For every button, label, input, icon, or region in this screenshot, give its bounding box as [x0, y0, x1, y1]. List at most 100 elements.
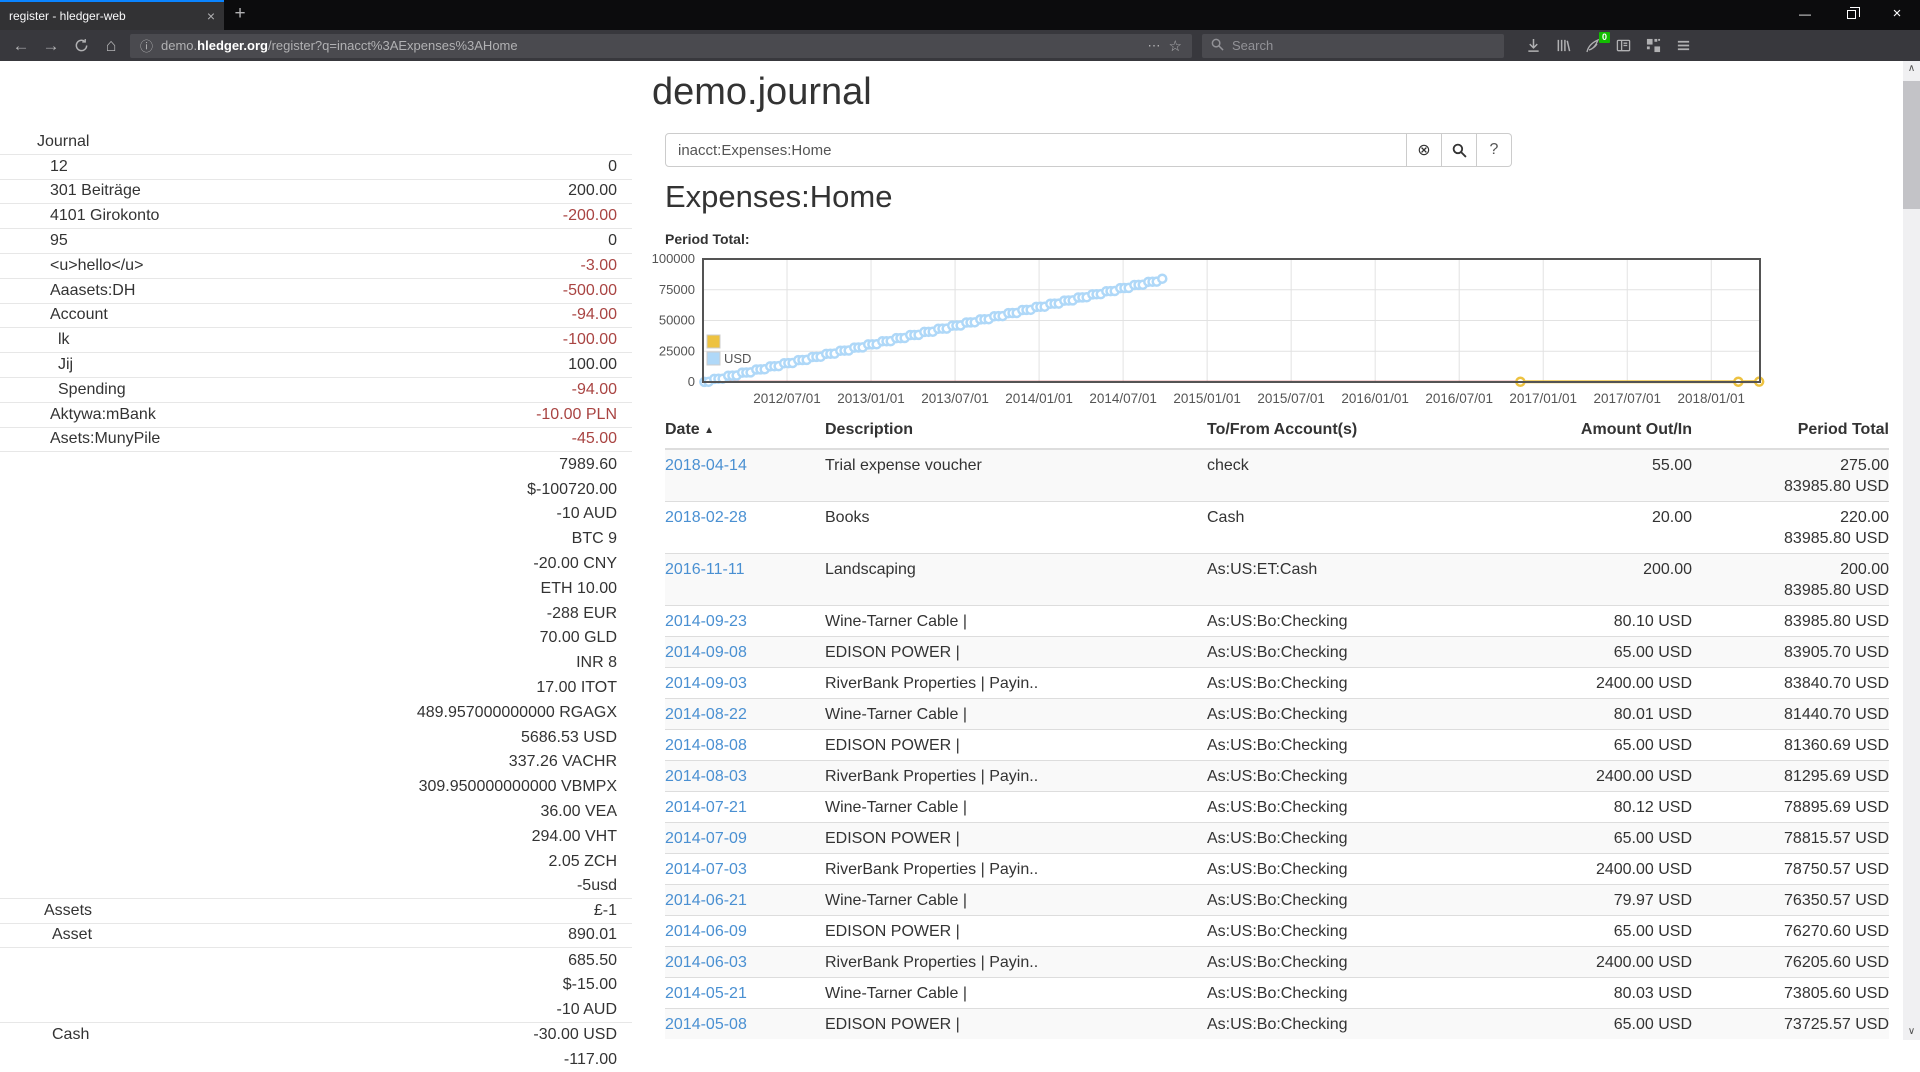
register-row: 2018-02-28BooksCash20.00220.0083985.80 U… [665, 502, 1889, 554]
account-link[interactable]: 12 [0, 158, 68, 176]
account-balance: 200.00 [568, 182, 617, 200]
account-link[interactable]: Assets [0, 902, 92, 920]
transaction-date-link[interactable]: 2014-08-22 [665, 706, 747, 723]
account-link[interactable]: lk [0, 331, 70, 349]
page-scrollbar[interactable]: ∧ ∨ [1903, 61, 1920, 1040]
browser-titlebar: register - hledger-web × + — × [0, 0, 1920, 30]
transaction-date-link[interactable]: 2014-06-03 [665, 954, 747, 971]
url-bar[interactable]: ⓘ demo.hledger.org/register?q=inacct%3AE… [130, 34, 1192, 58]
account-link[interactable]: Spending [0, 381, 126, 399]
sidebar-account-row[interactable]: <u>hello</u>-3.00 [0, 254, 632, 279]
account-link[interactable]: <u>hello</u> [0, 257, 143, 275]
sidebar-account-row[interactable]: Account-94.00 [0, 304, 632, 329]
transaction-date-link[interactable]: 2018-02-28 [665, 509, 747, 526]
help-button[interactable]: ? [1477, 133, 1512, 167]
transaction-date-link[interactable]: 2014-09-03 [665, 675, 747, 692]
transaction-date-link[interactable]: 2014-07-03 [665, 861, 747, 878]
col-account[interactable]: To/From Account(s) [1207, 417, 1537, 449]
sidebar-account-row[interactable]: Asets:MunyPile-45.00 [0, 428, 632, 453]
account-balance: -288 EUR [547, 605, 617, 623]
x-tick-label: 2015/07/01 [1257, 391, 1325, 406]
sidebar-account-row: 489.957000000000 RGAGX [0, 700, 632, 725]
transaction-date-link[interactable]: 2018-04-14 [665, 457, 747, 474]
account-link[interactable]: Asets:MunyPile [0, 430, 160, 448]
scroll-down-icon[interactable]: ∨ [1903, 1024, 1920, 1040]
bookmark-star-icon[interactable]: ☆ [1169, 37, 1182, 55]
period-total-cell: 275.0083985.80 USD [1692, 449, 1889, 502]
sidebar-account-row[interactable]: 301 Beiträge 200.00 [0, 180, 632, 205]
extension-quill-icon[interactable]: 0 [1578, 33, 1608, 59]
transaction-date-link[interactable]: 2014-06-21 [665, 892, 747, 909]
account-link[interactable]: Journal [0, 133, 89, 151]
window-restore-button[interactable] [1828, 0, 1874, 30]
browser-search-box[interactable]: Search [1202, 34, 1504, 58]
sidebar-account-row[interactable]: Assets £-1 [0, 899, 632, 924]
transaction-amount: 65.00 USD [1537, 916, 1692, 947]
sidebar-account-row[interactable]: Aaasets:DH-500.00 [0, 279, 632, 304]
transaction-date-link[interactable]: 2014-08-08 [665, 737, 747, 754]
transaction-date-link[interactable]: 2014-08-03 [665, 768, 747, 785]
sidebar-account-row[interactable]: Cash-30.00 USD [0, 1023, 632, 1048]
sidebar-account-row[interactable]: 950 [0, 229, 632, 254]
sidebar-toggle-icon[interactable] [1608, 33, 1638, 59]
account-link[interactable]: 95 [0, 232, 68, 250]
window-minimize-button[interactable]: — [1782, 0, 1828, 30]
query-input[interactable] [665, 133, 1407, 167]
download-icon[interactable] [1518, 33, 1548, 59]
transaction-date-link[interactable]: 2014-07-21 [665, 799, 747, 816]
account-link[interactable]: 301 Beiträge [0, 182, 141, 200]
transaction-date-link[interactable]: 2014-05-21 [665, 985, 747, 1002]
transaction-amount: 79.97 USD [1537, 885, 1692, 916]
forward-icon[interactable]: → [36, 33, 66, 59]
account-balance: 294.00 VHT [532, 828, 617, 846]
register-row: 2014-05-08EDISON POWER |As:US:Bo:Checkin… [665, 1009, 1889, 1040]
sidebar-account-row[interactable]: 4101 Girokonto-200.00 [0, 204, 632, 229]
transaction-date-link[interactable]: 2014-05-08 [665, 1016, 747, 1033]
sidebar-account-row[interactable]: 120 [0, 155, 632, 180]
sidebar-account-row[interactable]: Journal [0, 130, 632, 155]
account-link[interactable]: 4101 Girokonto [0, 207, 159, 225]
page-actions-icon[interactable]: ⋯ [1148, 38, 1161, 54]
legend-swatch [707, 335, 720, 348]
window-close-button[interactable]: × [1874, 0, 1920, 30]
col-period-total[interactable]: Period Total [1692, 417, 1889, 449]
sidebar-account-row[interactable]: Spending-94.00 [0, 378, 632, 403]
browser-tab-active[interactable]: register - hledger-web × [0, 0, 224, 30]
account-link[interactable]: Account [0, 306, 108, 324]
extension-grid-icon[interactable] [1638, 33, 1668, 59]
account-link[interactable]: Asset [0, 926, 92, 944]
site-info-icon[interactable]: ⓘ [140, 36, 153, 55]
transaction-date-link[interactable]: 2014-09-23 [665, 613, 747, 630]
account-link[interactable]: Cash [0, 1026, 89, 1044]
sidebar-account-row[interactable]: Jij100.00 [0, 353, 632, 378]
clear-query-button[interactable]: ⊗ [1407, 133, 1442, 167]
sidebar-account-row[interactable]: Asset890.01 [0, 924, 632, 949]
scrollbar-thumb[interactable] [1903, 81, 1920, 209]
library-icon[interactable] [1548, 33, 1578, 59]
account-balance: -100.00 [563, 331, 617, 349]
col-amount[interactable]: Amount Out/In [1537, 417, 1692, 449]
new-tab-button[interactable]: + [224, 0, 256, 30]
col-description[interactable]: Description [825, 417, 1207, 449]
period-total-chart[interactable]: 02500050000750001000002012/07/012013/01/… [650, 249, 1890, 419]
menu-hamburger-icon[interactable] [1668, 33, 1698, 59]
refresh-icon[interactable] [66, 33, 96, 59]
search-button[interactable] [1442, 133, 1477, 167]
transaction-date-link[interactable]: 2016-11-11 [665, 561, 744, 578]
tab-close-icon[interactable]: × [207, 9, 215, 23]
back-icon[interactable]: ← [6, 33, 36, 59]
transaction-date-link[interactable]: 2014-07-09 [665, 830, 747, 847]
account-balance: 2.05 ZCH [549, 853, 617, 871]
account-link[interactable]: Jij [0, 356, 73, 374]
account-balance: £-1 [594, 902, 617, 920]
transaction-date-link[interactable]: 2014-06-09 [665, 923, 747, 940]
col-date[interactable]: Date ▲ [665, 417, 825, 449]
account-link[interactable]: Aaasets:DH [0, 282, 135, 300]
account-link[interactable]: Aktywa:mBank [0, 406, 156, 424]
transaction-account: As:US:Bo:Checking [1207, 854, 1537, 885]
sidebar-account-row[interactable]: lk -100.00 [0, 328, 632, 353]
scroll-up-icon[interactable]: ∧ [1903, 61, 1920, 77]
transaction-date-link[interactable]: 2014-09-08 [665, 644, 747, 661]
sidebar-account-row[interactable]: Aktywa:mBank-10.00 PLN [0, 403, 632, 428]
home-icon[interactable]: ⌂ [96, 33, 126, 59]
